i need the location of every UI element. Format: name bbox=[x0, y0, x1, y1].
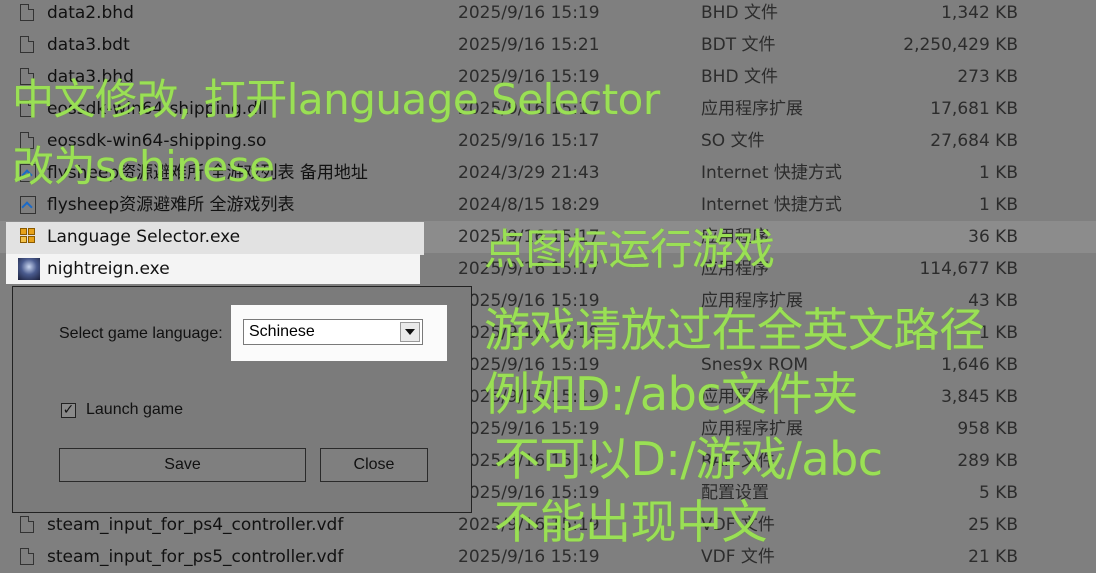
file-row[interactable]: data3.bdt 2025/9/16 15:21 BDT 文件 2,250,4… bbox=[0, 29, 1096, 61]
annotation-text: 中文修改, 打开language Selector bbox=[12, 75, 660, 124]
annotation-text: 游戏请放过在全英文路径 bbox=[484, 303, 985, 357]
file-size: 958 KB bbox=[957, 419, 1018, 439]
file-type: BHD 文件 bbox=[701, 67, 778, 87]
file-size: 21 KB bbox=[968, 547, 1018, 567]
file-name: Language Selector.exe bbox=[47, 227, 241, 247]
annotation-text: 改为schinese bbox=[12, 142, 275, 191]
file-size: 273 KB bbox=[957, 67, 1018, 87]
annotation-text: 点图标运行游戏 bbox=[484, 225, 775, 274]
file-size: 114,677 KB bbox=[919, 259, 1018, 279]
file-size: 3,845 KB bbox=[941, 387, 1018, 407]
file-icon bbox=[20, 548, 36, 566]
file-type: Internet 快捷方式 bbox=[701, 163, 842, 183]
file-date: 2024/3/29 21:43 bbox=[458, 163, 600, 183]
language-selector-icon bbox=[20, 228, 38, 246]
chevron-down-icon[interactable] bbox=[400, 322, 420, 342]
launch-game-label: Launch game bbox=[86, 401, 183, 418]
file-size: 1 KB bbox=[978, 195, 1018, 215]
file-icon bbox=[20, 36, 36, 54]
game-icon bbox=[18, 258, 40, 280]
file-name: steam_input_for_ps4_controller.vdf bbox=[47, 515, 344, 535]
file-name: data2.bhd bbox=[47, 3, 134, 23]
file-size: 5 KB bbox=[978, 483, 1018, 503]
file-type: 应用程序扩展 bbox=[701, 99, 803, 119]
file-name: nightreign.exe bbox=[47, 259, 170, 279]
file-size: 289 KB bbox=[957, 451, 1018, 471]
file-row[interactable]: data2.bhd 2025/9/16 15:19 BHD 文件 1,342 K… bbox=[0, 0, 1096, 29]
language-select-highlight: Schinese bbox=[231, 305, 447, 361]
annotation-text: 不能出现中文 bbox=[494, 495, 768, 549]
annotation-text: 例如D:/abc文件夹 bbox=[484, 367, 858, 421]
internet-shortcut-icon bbox=[20, 196, 36, 214]
launch-game-checkbox[interactable]: ✓ bbox=[61, 403, 76, 418]
file-type: BDT 文件 bbox=[701, 35, 776, 55]
file-icon bbox=[20, 516, 36, 534]
close-button[interactable]: Close bbox=[320, 448, 428, 482]
file-type: BHD 文件 bbox=[701, 3, 778, 23]
file-size: 27,684 KB bbox=[930, 131, 1018, 151]
file-date: 2025/9/16 15:19 bbox=[458, 3, 600, 23]
save-button[interactable]: Save bbox=[59, 448, 306, 482]
language-selector-dialog: Select game language: Schinese ✓ Launch … bbox=[12, 286, 472, 513]
language-select-value: Schinese bbox=[249, 323, 315, 340]
file-size: 17,681 KB bbox=[930, 99, 1018, 119]
file-icon bbox=[20, 4, 36, 22]
file-size: 36 KB bbox=[968, 227, 1018, 247]
file-size: 1 KB bbox=[978, 163, 1018, 183]
file-size: 25 KB bbox=[968, 515, 1018, 535]
file-date: 2025/9/16 15:17 bbox=[458, 131, 600, 151]
file-name: data3.bdt bbox=[47, 35, 130, 55]
file-name: steam_input_for_ps5_controller.vdf bbox=[47, 547, 344, 567]
file-size: 1,342 KB bbox=[941, 3, 1018, 23]
annotation-text: 不可以D:/游戏/abc bbox=[494, 432, 883, 486]
language-select[interactable]: Schinese bbox=[243, 319, 423, 345]
file-size: 2,250,429 KB bbox=[903, 35, 1018, 55]
language-label: Select game language: bbox=[59, 325, 223, 342]
file-type: SO 文件 bbox=[701, 131, 765, 151]
file-date: 2025/9/16 15:21 bbox=[458, 35, 600, 55]
